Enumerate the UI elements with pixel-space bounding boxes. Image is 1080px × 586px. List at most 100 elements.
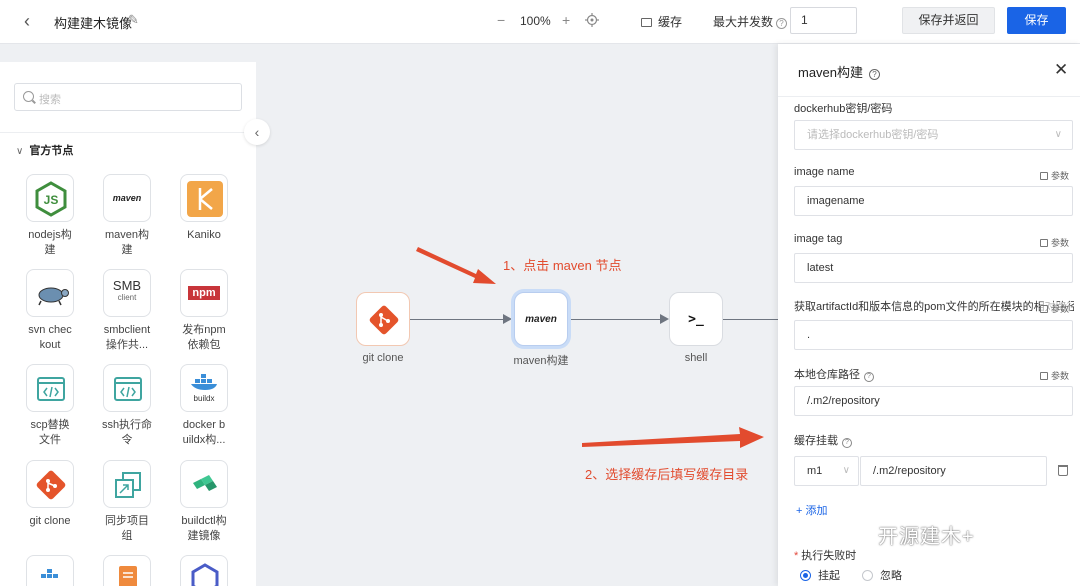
- param-icon: [1040, 305, 1048, 313]
- code-window-icon: [26, 364, 74, 412]
- cache-mount-label-text: 缓存挂载: [794, 435, 838, 447]
- node-tile-buildctl[interactable]: buildctl构 建镜像: [174, 460, 234, 544]
- help-icon[interactable]: ?: [869, 69, 881, 80]
- param-toggle[interactable]: 参数: [1040, 369, 1069, 382]
- param-label: 参数: [1051, 304, 1070, 314]
- on-fail-label-text: 执行失败时: [801, 550, 857, 562]
- param-icon: [1040, 172, 1048, 180]
- docker-buildx-icon: buildx: [180, 364, 228, 412]
- repo-path-label: 本地仓库路径?: [794, 366, 874, 382]
- git-icon: [26, 460, 74, 508]
- arrowhead: [660, 314, 669, 324]
- param-toggle[interactable]: 参数: [1040, 169, 1069, 182]
- node-tile-ssh[interactable]: ssh执行命 令: [97, 364, 157, 448]
- image-tag-label: image tag: [794, 233, 843, 245]
- add-cache-button[interactable]: + 添加: [796, 502, 827, 518]
- svg-text:JS: JS: [44, 193, 59, 207]
- file-icon: [103, 555, 151, 586]
- tile-label: 发布npm 依赖包: [182, 324, 226, 351]
- back-icon[interactable]: ‹: [24, 12, 40, 30]
- node-tile-docker-buildx[interactable]: buildx docker b uildx构...: [174, 364, 234, 448]
- radio-label: 挂起: [818, 570, 840, 582]
- collapse-palette-button[interactable]: ‹: [244, 119, 270, 145]
- delete-icon[interactable]: [1058, 465, 1068, 476]
- divider: [0, 132, 256, 133]
- sync-icon: [103, 460, 151, 508]
- node-tile-docker[interactable]: [20, 555, 80, 586]
- cache-icon: [641, 18, 652, 27]
- radio-ignore[interactable]: 忽略: [862, 567, 902, 583]
- cache-mount-label: 缓存挂载?: [794, 432, 852, 448]
- zoom-in-button[interactable]: +: [562, 12, 570, 28]
- annotation-arrow-2: [582, 427, 764, 448]
- npm-icon: npm: [180, 269, 228, 317]
- chevron-down-icon: ∨: [1054, 129, 1062, 140]
- node-tile-npm[interactable]: npm 发布npm 依赖包: [174, 269, 234, 353]
- pom-path-label: 获取artifactId和版本信息的pom文件的所在模块的相对路径: [794, 301, 1074, 313]
- tile-label: svn chec kout: [28, 324, 72, 351]
- radio-checked-icon: [800, 570, 811, 581]
- node-tile-nodejs[interactable]: JS nodejs构 建: [20, 174, 80, 258]
- npm-icon-text: npm: [188, 286, 220, 300]
- image-name-label: image name: [794, 166, 855, 178]
- chevron-down-icon: ∨: [16, 146, 24, 157]
- maven-icon-text: maven: [112, 193, 142, 203]
- cache-name-select[interactable]: m1 ∨: [794, 456, 859, 486]
- node-tile-file[interactable]: [97, 555, 157, 586]
- image-tag-input[interactable]: latest: [794, 253, 1073, 283]
- tile-label: maven构 建: [104, 229, 150, 256]
- param-toggle[interactable]: 参数: [1040, 236, 1069, 249]
- cache-path-input[interactable]: /.m2/repository: [860, 456, 1047, 486]
- pom-path-input[interactable]: .: [794, 320, 1073, 350]
- param-label: 参数: [1051, 371, 1070, 381]
- radio-label: 忽略: [880, 570, 902, 582]
- canvas-node-maven[interactable]: maven: [514, 292, 568, 346]
- canvas-node-git-clone[interactable]: [356, 292, 410, 346]
- param-toggle[interactable]: 参数: [1040, 302, 1070, 315]
- zoom-out-button[interactable]: −: [497, 12, 505, 28]
- dockerhub-select[interactable]: 请选择dockerhub密钥/密码 ∨: [794, 120, 1073, 150]
- node-tile-kaniko[interactable]: Kaniko: [174, 174, 234, 243]
- repo-path-input[interactable]: /.m2/repository: [794, 386, 1073, 416]
- node-tile-git-clone[interactable]: git clone: [20, 460, 80, 529]
- section-official-nodes[interactable]: ∨ 官方节点: [16, 142, 73, 158]
- maven-icon: maven: [525, 313, 557, 325]
- help-icon[interactable]: ?: [864, 372, 874, 382]
- node-tile-scp[interactable]: scp替换 文件: [20, 364, 80, 448]
- maven-icon: maven: [103, 174, 151, 222]
- smb-icon: SMB client: [103, 269, 151, 317]
- node-tile-maven[interactable]: maven maven构 建: [97, 174, 157, 258]
- buildx-icon-text: buildx: [193, 394, 215, 403]
- tile-label: smbclient 操作共...: [103, 324, 151, 351]
- cache-button[interactable]: 缓存: [641, 13, 682, 30]
- node-tile-smbclient[interactable]: SMB client smbclient 操作共...: [97, 269, 157, 353]
- git-icon: [369, 305, 399, 335]
- chevron-down-icon: ∨: [842, 465, 850, 476]
- save-and-return-button[interactable]: 保存并返回: [902, 7, 995, 34]
- help-icon[interactable]: ?: [776, 18, 788, 29]
- fit-view-icon[interactable]: [585, 13, 599, 27]
- search-input[interactable]: 搜索: [14, 83, 242, 111]
- radio-suspend[interactable]: 挂起: [800, 567, 840, 583]
- tile-label: nodejs构 建: [28, 229, 72, 256]
- tile-label: buildctl构 建镜像: [181, 515, 227, 542]
- tile-label: Kaniko: [187, 229, 221, 241]
- concurrency-input[interactable]: 1: [790, 7, 857, 34]
- help-icon[interactable]: ?: [842, 438, 852, 448]
- canvas-node-shell[interactable]: >_: [669, 292, 723, 346]
- image-name-input[interactable]: imagename: [794, 186, 1073, 216]
- close-icon[interactable]: ✕: [1054, 60, 1068, 80]
- save-button[interactable]: 保存: [1007, 7, 1066, 34]
- cache-button-label: 缓存: [658, 15, 683, 29]
- on-fail-label: * 执行失败时: [794, 547, 856, 563]
- dockerhub-label: dockerhub密钥/密码: [794, 103, 893, 115]
- code-window-icon: [103, 364, 151, 412]
- node-tile-svn[interactable]: svn chec kout: [20, 269, 80, 353]
- param-label: 参数: [1051, 171, 1070, 181]
- node-tile-hexagon[interactable]: [174, 555, 234, 586]
- cache-name-value: m1: [807, 465, 823, 477]
- buildkit-icon: [180, 460, 228, 508]
- tile-label: git clone: [29, 515, 71, 527]
- edit-icon[interactable]: ✎: [128, 12, 139, 28]
- node-tile-sync-project[interactable]: 同步项目 组: [97, 460, 157, 544]
